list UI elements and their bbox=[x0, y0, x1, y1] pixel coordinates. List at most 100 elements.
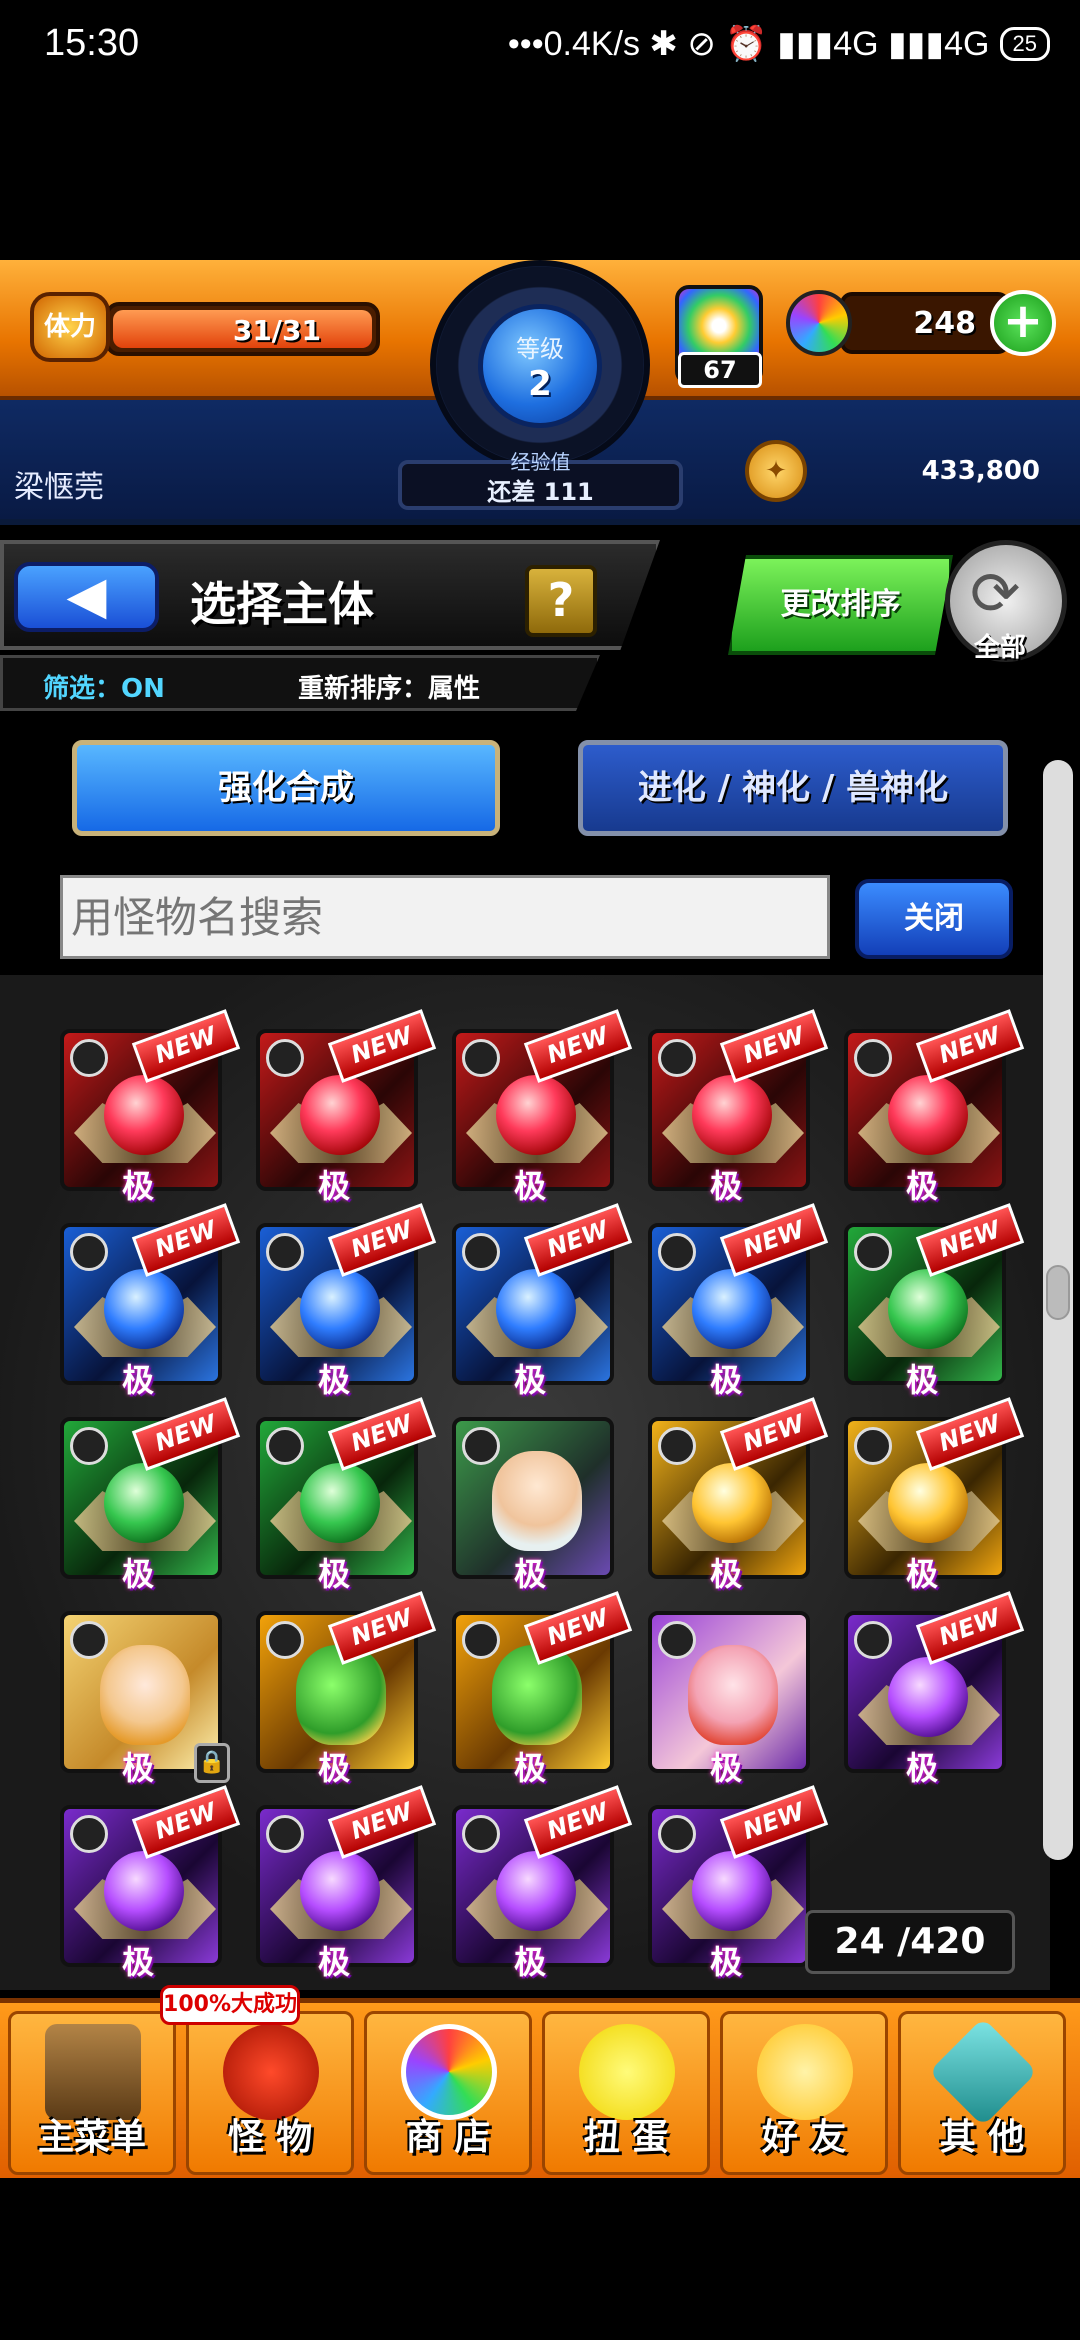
nav-friends[interactable]: 好 友 bbox=[720, 2011, 888, 2175]
new-badge: NEW bbox=[131, 1009, 241, 1083]
tab-evolve[interactable]: 进化 / 神化 / 兽神化 bbox=[578, 740, 1008, 836]
monster-grid: NEW 极 NEW 极 NEW 极 NEW 极 NEW 极 NEW 极 NEW 极 NEW 极 NEW 极 NEW 极… bbox=[60, 1009, 1025, 1981]
monster-card[interactable]: NEW 极 bbox=[648, 1009, 829, 1205]
grade-label: 极 bbox=[318, 1749, 351, 1787]
promo-badge: 100%大成功 bbox=[160, 1985, 300, 2025]
grade-label: 极 bbox=[906, 1749, 939, 1787]
new-badge: NEW bbox=[523, 1785, 633, 1859]
orb-counter: 248 bbox=[840, 292, 1010, 354]
element-icon bbox=[462, 1621, 500, 1659]
new-badge: NEW bbox=[915, 1203, 1025, 1277]
exp-value: 还差 111 bbox=[487, 478, 594, 506]
sort-status[interactable]: 重新排序：属性 bbox=[298, 668, 480, 705]
monster-card[interactable]: NEW 极 bbox=[844, 1203, 1025, 1399]
monster-card[interactable]: NEW 极 bbox=[60, 1009, 241, 1205]
nav-monster[interactable]: 怪 物 bbox=[186, 2011, 354, 2175]
close-search-button[interactable]: 关闭 bbox=[855, 879, 1013, 959]
tab-power-up[interactable]: 强化合成 bbox=[72, 740, 500, 836]
nav-main-menu[interactable]: 主菜单 bbox=[8, 2011, 176, 2175]
evolution-orb bbox=[496, 1075, 576, 1155]
element-icon bbox=[70, 1233, 108, 1271]
grade-label: 极 bbox=[710, 1749, 743, 1787]
level-badge: 等级 2 bbox=[430, 260, 650, 470]
monster-card[interactable]: 极 🔒 bbox=[60, 1611, 230, 1787]
network-indicators: •••0.4K/s ✱ ⊘ ⏰ ▮▮▮4G ▮▮▮4G bbox=[507, 25, 990, 63]
title-bar: ◀ 选择主体 ? 筛选：ON 重新排序：属性 更改排序 ⟳ 全部 bbox=[0, 530, 1080, 715]
lock-icon: 🔒 bbox=[194, 1743, 230, 1783]
player-hud: 31/31 体力 等级 2 经验值 还差 111 67 248 + 梁惬莞 ✦ … bbox=[0, 260, 1080, 525]
grade-label: 极 bbox=[514, 1749, 547, 1787]
new-badge: NEW bbox=[131, 1397, 241, 1471]
evolution-orb bbox=[888, 1075, 968, 1155]
nav-label: 主菜单 bbox=[37, 2117, 146, 2158]
bottom-nav: 主菜单 怪 物 100%大成功 商 店 扭 蛋 好 友 其 他 bbox=[0, 1985, 1080, 2178]
monster-card[interactable]: 极 bbox=[648, 1611, 810, 1787]
scrollbar[interactable] bbox=[1043, 760, 1073, 1860]
all-toggle-button[interactable]: ⟳ 全部 bbox=[945, 540, 1067, 663]
exp-box: 经验值 还差 111 bbox=[398, 450, 683, 510]
element-icon bbox=[658, 1621, 696, 1659]
back-button[interactable]: ◀ bbox=[14, 562, 159, 632]
grade-label: 极 bbox=[514, 1943, 547, 1981]
new-badge: NEW bbox=[523, 1591, 633, 1665]
monster-card[interactable]: NEW 极 bbox=[844, 1591, 1025, 1787]
monster-card[interactable]: NEW 极 bbox=[256, 1397, 437, 1593]
change-sort-button[interactable]: 更改排序 bbox=[728, 555, 953, 655]
monster-card[interactable]: NEW 极 bbox=[648, 1203, 829, 1399]
level-value: 2 bbox=[528, 364, 552, 404]
potion-count: 67 bbox=[678, 352, 762, 388]
all-label: 全部 bbox=[974, 633, 1027, 663]
search-input[interactable] bbox=[60, 875, 830, 959]
new-badge: NEW bbox=[523, 1203, 633, 1277]
element-icon bbox=[266, 1039, 304, 1077]
monster-card[interactable]: NEW 极 bbox=[844, 1397, 1025, 1593]
monster-card[interactable]: NEW 极 bbox=[256, 1203, 437, 1399]
help-button[interactable]: ? bbox=[525, 565, 597, 637]
evolution-orb bbox=[104, 1269, 184, 1349]
page-title: 选择主体 bbox=[190, 577, 374, 631]
monster-card[interactable]: NEW 极 bbox=[648, 1397, 829, 1593]
grade-label: 极 bbox=[318, 1555, 351, 1593]
new-badge: NEW bbox=[327, 1785, 437, 1859]
monster-card[interactable]: NEW 极 bbox=[452, 1785, 633, 1981]
stamina-bar: 31/31 bbox=[105, 302, 380, 356]
element-icon bbox=[266, 1815, 304, 1853]
nav-gacha[interactable]: 扭 蛋 bbox=[542, 2011, 710, 2175]
filter-sort-row: 筛选：ON 重新排序：属性 bbox=[0, 655, 600, 711]
level-orb: 等级 2 bbox=[478, 304, 602, 428]
evolution-orb bbox=[888, 1269, 968, 1349]
home-icon bbox=[45, 2024, 141, 2120]
monster-card[interactable]: NEW 极 bbox=[452, 1591, 633, 1787]
monster-card[interactable]: NEW 极 bbox=[60, 1203, 241, 1399]
monster-card[interactable]: NEW 极 bbox=[452, 1009, 633, 1205]
monster-card[interactable]: NEW 极 bbox=[60, 1785, 241, 1981]
evolution-orb bbox=[692, 1075, 772, 1155]
monster-card[interactable]: NEW 极 bbox=[256, 1009, 437, 1205]
new-badge: NEW bbox=[719, 1203, 829, 1277]
evolution-orb bbox=[692, 1851, 772, 1931]
nav-shop[interactable]: 商 店 bbox=[364, 2011, 532, 2175]
evolution-orb bbox=[104, 1463, 184, 1543]
buy-orbs-button[interactable]: + bbox=[990, 290, 1056, 356]
grade-label: 极 bbox=[906, 1555, 939, 1593]
character-portrait bbox=[492, 1451, 582, 1551]
monster-card[interactable]: NEW 极 bbox=[844, 1009, 1025, 1205]
monster-box: NEW 极 NEW 极 NEW 极 NEW 极 NEW 极 NEW 极 NEW 极 NEW 极 NEW 极 NEW 极… bbox=[0, 975, 1050, 1990]
new-badge: NEW bbox=[327, 1591, 437, 1665]
bottom-letterbox bbox=[0, 2180, 1080, 2340]
scrollbar-thumb[interactable] bbox=[1046, 1265, 1070, 1320]
nav-other[interactable]: 其 他 bbox=[898, 2011, 1066, 2175]
monster-card[interactable]: 极 bbox=[452, 1417, 614, 1593]
monster-card[interactable]: NEW 极 bbox=[452, 1203, 633, 1399]
element-icon bbox=[854, 1427, 892, 1465]
new-badge: NEW bbox=[131, 1785, 241, 1859]
element-icon bbox=[70, 1427, 108, 1465]
element-icon bbox=[462, 1039, 500, 1077]
monster-card[interactable]: NEW 极 bbox=[648, 1785, 829, 1981]
monster-card[interactable]: NEW 极 bbox=[256, 1591, 437, 1787]
filter-status[interactable]: 筛选：ON bbox=[43, 668, 165, 705]
monster-card[interactable]: NEW 极 bbox=[60, 1397, 241, 1593]
monster-card[interactable]: NEW 极 bbox=[256, 1785, 437, 1981]
new-badge: NEW bbox=[915, 1009, 1025, 1083]
grade-label: 极 bbox=[710, 1943, 743, 1981]
